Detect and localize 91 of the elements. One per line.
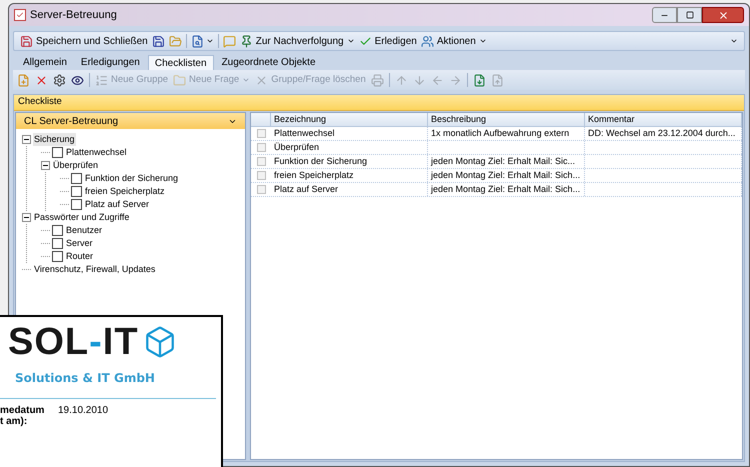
- people-icon: [420, 34, 434, 48]
- checkbox[interactable]: [256, 129, 266, 138]
- table-cell: jeden Montag Ziel: Erhalt Mail: Sich...: [431, 169, 580, 182]
- tree-item[interactable]: Funktion der Sicherung: [84, 172, 180, 186]
- close-button[interactable]: [702, 7, 744, 23]
- tab[interactable]: Erledigungen: [74, 55, 146, 70]
- tree-item[interactable]: freien Speicherplatz: [84, 184, 166, 198]
- caret-icon: [242, 76, 250, 84]
- toolbar-button[interactable]: [190, 34, 214, 48]
- field-label: t am):: [0, 416, 28, 427]
- checkbox[interactable]: [256, 185, 266, 194]
- speech-bubble-icon: [222, 34, 236, 48]
- checkbox[interactable]: [52, 238, 63, 249]
- tab[interactable]: Zugeordnete Objekte: [216, 55, 322, 70]
- maximize-button[interactable]: [677, 7, 702, 23]
- table-cell: Funktion der Sicherung: [274, 155, 368, 168]
- checkbox[interactable]: [256, 143, 266, 152]
- column-header[interactable]: Beschreibung: [428, 113, 585, 126]
- checkbox[interactable]: [71, 199, 82, 210]
- list-icon: [95, 74, 108, 86]
- tab[interactable]: Checklisten: [148, 55, 214, 70]
- table-cell: freien Speicherplatz: [274, 169, 354, 182]
- tree-item[interactable]: Benutzer: [65, 224, 104, 238]
- table-cell: 1x monatlich Aufbewahrung extern: [431, 127, 570, 140]
- caret-icon: [206, 37, 214, 45]
- checkbox[interactable]: [256, 171, 266, 180]
- column-header[interactable]: Bezeichnung: [271, 113, 428, 126]
- field-label: medatum: [0, 405, 46, 416]
- tree-item[interactable]: Sicherung: [33, 132, 76, 146]
- window-title: Server-Betreuung: [30, 8, 117, 23]
- pin-icon: [240, 34, 253, 48]
- column-header[interactable]: Kommentar: [585, 113, 742, 126]
- export-icon: [490, 74, 504, 86]
- toolbar-button[interactable]: Aktionen: [420, 34, 487, 48]
- checkbox[interactable]: [256, 157, 266, 166]
- field-value: 19.10.2010: [58, 405, 108, 416]
- checkbox[interactable]: [71, 173, 82, 184]
- app-icon: [14, 9, 26, 21]
- checkbox[interactable]: [52, 251, 63, 262]
- folder-icon: [173, 74, 186, 86]
- folder-icon: [168, 34, 182, 48]
- table-cell: Überprüfen: [274, 141, 320, 154]
- arrow-left-icon: [430, 74, 444, 86]
- tree-item[interactable]: Platz auf Server: [84, 198, 150, 212]
- tree-item[interactable]: Server: [65, 236, 94, 250]
- delete-icon: [35, 74, 48, 86]
- table-cell: jeden Montag Ziel: Erhalt Mail: Sich...: [431, 183, 580, 196]
- tab[interactable]: Allgemein: [17, 55, 73, 70]
- toolbar-button[interactable]: [71, 74, 84, 86]
- table-cell: Platz auf Server: [274, 183, 338, 196]
- arrow-right-icon: [448, 74, 462, 86]
- table-cell: jeden Montag Ziel: Erhalt Mail: Sic...: [431, 155, 576, 168]
- checkbox[interactable]: [52, 147, 63, 158]
- table-cell: DD: Wechsel am 23.12.2004 durch...: [588, 127, 736, 140]
- save-icon: [152, 34, 165, 48]
- company-name: Solutions & IT GmbH: [14, 370, 156, 387]
- new-icon: [17, 74, 30, 86]
- eye-icon: [71, 74, 84, 86]
- logo: SOL-IT: [8, 323, 139, 361]
- close-icon: [255, 74, 268, 86]
- import-icon: [472, 74, 486, 86]
- toolbar-button[interactable]: [53, 74, 66, 86]
- checklist-dropdown[interactable]: CL Server-Betreuung: [16, 113, 245, 129]
- preview-icon: [190, 34, 204, 48]
- tree-item[interactable]: Plattenwechsel: [65, 146, 128, 160]
- check-icon: [358, 34, 372, 48]
- tree-item[interactable]: Virenschutz, Firewall, Updates: [33, 262, 156, 276]
- table-cell: Plattenwechsel: [274, 127, 335, 140]
- collapse-toggle[interactable]: [22, 213, 31, 222]
- collapse-toggle[interactable]: [22, 135, 31, 144]
- close-icon: [718, 10, 728, 20]
- tree-item[interactable]: Passwörter und Zugriffe: [33, 210, 130, 224]
- collapse-toggle[interactable]: [41, 161, 50, 170]
- overflow-icon[interactable]: [730, 37, 738, 45]
- checkbox[interactable]: [52, 225, 63, 236]
- save-close-icon: [20, 34, 33, 48]
- toolbar-button[interactable]: Zur Nachverfolgung: [240, 34, 355, 48]
- arrow-down-icon: [412, 74, 426, 86]
- printer-icon: [370, 74, 384, 86]
- toolbar-button[interactable]: Erledigen: [358, 34, 417, 48]
- section-header: Checkliste: [14, 95, 744, 111]
- arrow-up-icon: [394, 74, 408, 86]
- toolbar-button[interactable]: Speichern und Schließen: [20, 34, 148, 48]
- properties-icon: [53, 74, 66, 86]
- checkbox[interactable]: [71, 186, 82, 197]
- caret-icon: [346, 37, 355, 45]
- tree-item[interactable]: Überprüfen: [52, 158, 100, 172]
- tree-item[interactable]: Router: [65, 250, 94, 264]
- caret-icon: [478, 37, 487, 45]
- toolbar-button[interactable]: [152, 34, 165, 48]
- maximize-icon: [686, 11, 694, 19]
